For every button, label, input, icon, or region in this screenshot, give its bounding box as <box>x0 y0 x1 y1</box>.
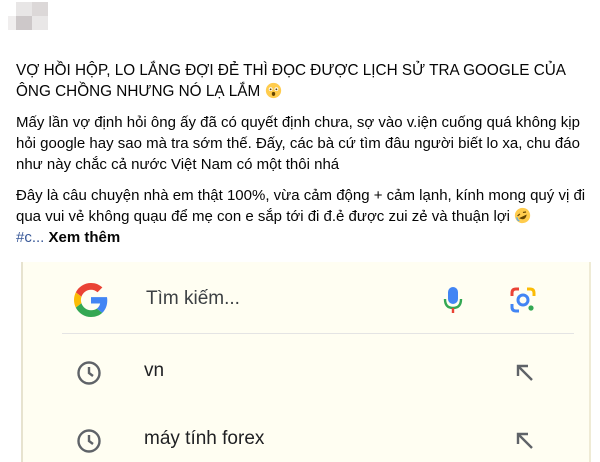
history-clock-icon <box>77 361 101 385</box>
hashtag-link[interactable]: #c... <box>16 229 44 246</box>
google-search-bar: Tìm kiếm... <box>54 275 574 325</box>
rolling-laughing-icon <box>515 207 531 224</box>
google-lens-icon[interactable] <box>509 286 537 314</box>
blurred-avatar[interactable] <box>6 0 50 38</box>
post-paragraph-1: Mấy lần vợ định hỏi ông ấy đã có quyết đ… <box>16 114 580 173</box>
facebook-post: VỢ HỒI HỘP, LO LẮNG ĐỢI ĐẺ THÌ ĐỌC ĐƯỢC … <box>0 0 600 462</box>
history-clock-icon <box>77 429 101 453</box>
history-item-text: vn <box>144 360 165 381</box>
search-input[interactable]: Tìm kiếm... <box>146 288 240 310</box>
history-item[interactable]: vn <box>54 350 574 394</box>
post-headline: VỢ HỒI HỘP, LO LẮNG ĐỢI ĐẺ THÌ ĐỌC ĐƯỢC … <box>16 62 566 100</box>
search-divider <box>62 333 574 334</box>
post-body: VỢ HỒI HỘP, LO LẮNG ĐỢI ĐẺ THÌ ĐỌC ĐƯỢC … <box>16 60 588 248</box>
post-paragraph-2: Đây là câu chuyện nhà em thật 100%, vừa … <box>16 187 586 246</box>
microphone-icon[interactable] <box>442 285 464 315</box>
fill-query-arrow-icon[interactable] <box>514 430 536 452</box>
history-item-text: máy tính forex <box>144 428 265 449</box>
history-item[interactable]: máy tính forex <box>54 418 574 462</box>
astonished-face-icon <box>265 82 281 99</box>
see-more-link[interactable]: Xem thêm <box>49 229 121 246</box>
google-g-logo-icon <box>74 283 108 317</box>
fill-query-arrow-icon[interactable] <box>514 362 536 384</box>
